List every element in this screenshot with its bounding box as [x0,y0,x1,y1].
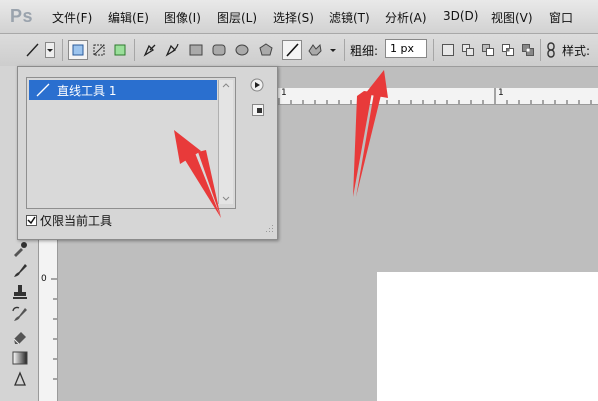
separator [62,39,63,61]
preset-list-scrollbar[interactable] [218,80,233,204]
eraser-tool-icon[interactable] [9,325,31,347]
menu-edit[interactable]: 编辑(E) [108,9,149,26]
photoshop-logo: Ps [10,6,34,26]
menu-image[interactable]: 图像(I) [164,9,201,26]
polygon-tool-icon[interactable] [256,40,276,60]
subtract-shape-icon[interactable] [478,40,498,60]
ruler-h-tick-label: 1 [281,88,287,98]
separator [134,39,135,61]
weight-input[interactable] [385,39,427,58]
separator [344,39,345,61]
panel-resize-grip[interactable] [266,222,274,236]
menu-analysis[interactable]: 分析(A) [385,9,427,26]
rounded-rectangle-icon[interactable] [209,40,229,60]
brush-tool-icon[interactable] [9,259,31,281]
menu-window[interactable]: 窗口 [549,9,573,26]
separator [433,39,434,61]
current-tool-only-label: 仅限当前工具 [40,214,113,228]
ruler-h-tick-label-2: 1 [498,88,504,98]
eyedropper-tool-icon[interactable] [9,238,31,260]
blur-tool-icon[interactable] [9,369,31,391]
custom-shape-icon[interactable] [305,40,325,60]
add-to-shape-icon[interactable] [458,40,478,60]
menu-file[interactable]: 文件(F) [52,9,92,26]
menu-layer[interactable]: 图层(L) [217,9,257,26]
menu-view[interactable]: 视图(V) [491,9,533,26]
intersect-shape-icon[interactable] [498,40,518,60]
geometry-options-dropdown[interactable] [327,40,339,60]
freeform-pen-icon[interactable] [162,40,182,60]
preset-item-line-tool[interactable]: 直线工具 1 [29,80,217,100]
ruler-v-tick-label: 0 [41,274,47,284]
link-icon[interactable] [543,40,559,60]
shape-layers-icon[interactable] [68,40,88,60]
preset-item-label: 直线工具 1 [57,83,117,98]
options-bar [0,34,598,67]
menu-select[interactable]: 选择(S) [273,9,314,26]
panel-menu-button[interactable] [250,78,264,95]
separator [540,39,541,61]
menu-bar: Ps 文件(F) 编辑(E) 图像(I) 图层(L) 选择(S) 滤镜(T) 分… [0,0,598,34]
gradient-tool-icon[interactable] [9,347,31,369]
weight-label: 粗细: [350,44,379,58]
preset-dropdown-button[interactable] [44,40,56,60]
clone-stamp-icon[interactable] [9,281,31,303]
menu-filter[interactable]: 滤镜(T) [329,9,370,26]
new-preset-icon[interactable] [252,104,264,119]
current-tool-only-checkbox[interactable] [26,215,37,226]
fill-pixels-icon[interactable] [110,40,130,60]
line-tool-preset-icon[interactable] [22,40,42,60]
document-canvas[interactable] [377,272,598,401]
current-tool-only-option[interactable]: 仅限当前工具 [26,212,112,229]
line-tool-icon [36,83,50,97]
style-label: 样式: [562,44,591,58]
line-tool-icon[interactable] [282,40,302,60]
paths-icon[interactable] [89,40,109,60]
exclude-shape-icon[interactable] [518,40,538,60]
rectangle-tool-icon[interactable] [186,40,206,60]
preset-list: 直线工具 1 [26,77,236,209]
tool-preset-panel: 直线工具 1 仅限当前工具 [17,66,278,240]
history-brush-icon[interactable] [9,303,31,325]
menu-3d[interactable]: 3D(D) [443,9,478,23]
ellipse-tool-icon[interactable] [232,40,252,60]
pen-tool-icon[interactable] [140,40,160,60]
new-shape-layer-icon[interactable] [438,40,458,60]
